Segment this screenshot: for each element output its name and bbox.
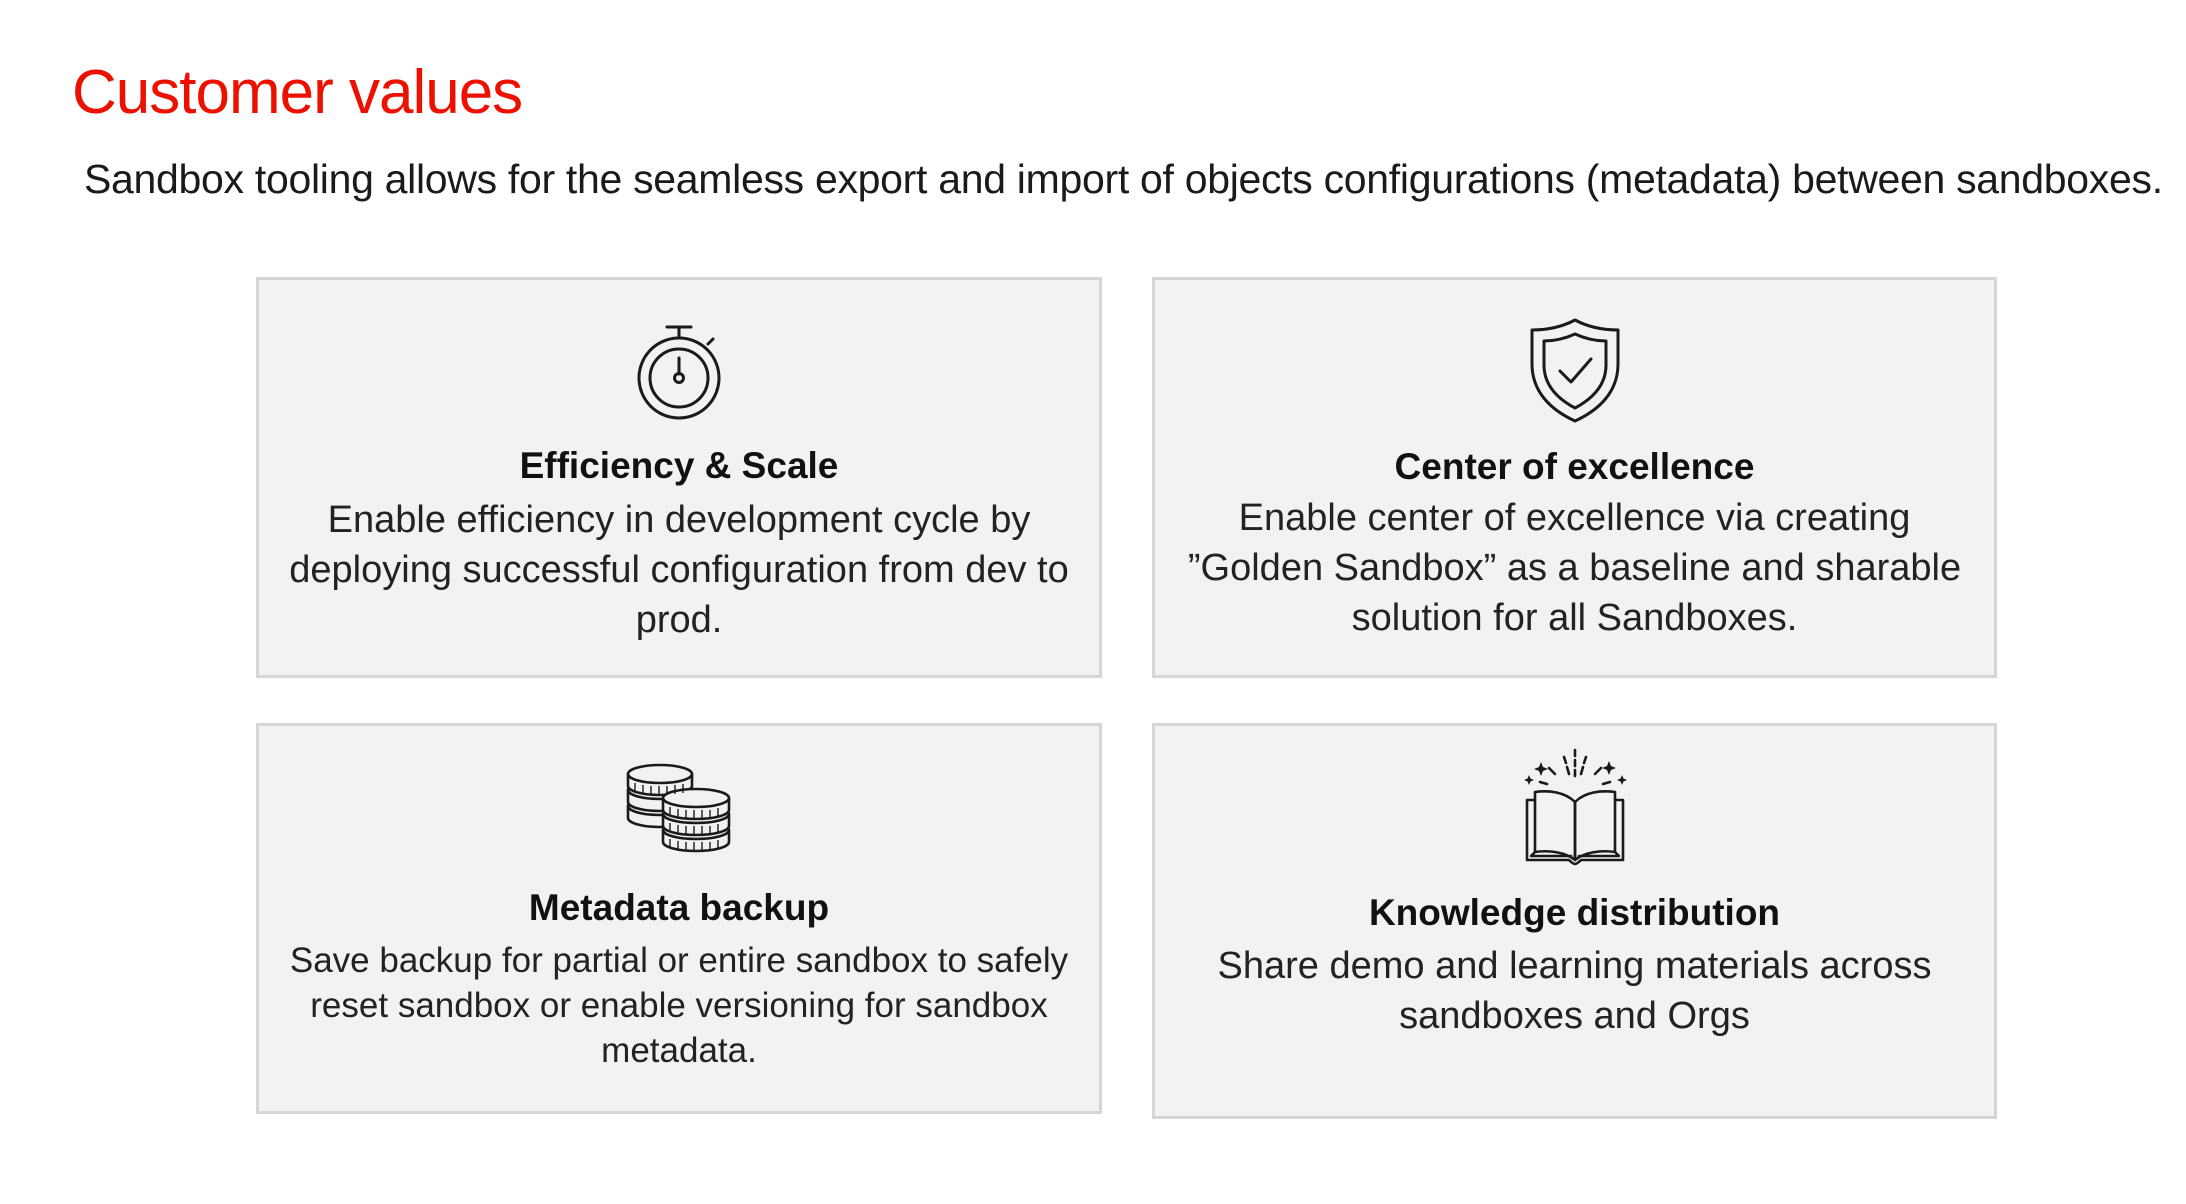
shield-check-icon xyxy=(1530,318,1619,423)
coins-icon xyxy=(626,763,731,853)
card-description: Save backup for partial or entire sandbo… xyxy=(289,941,1069,1070)
page-title: Customer values xyxy=(72,58,523,127)
card-description: Enable center of excellence via creating… xyxy=(1187,497,1962,639)
card-title: Knowledge distribution xyxy=(1368,892,1781,933)
page-subtitle: Sandbox tooling allows for the seamless … xyxy=(84,156,2163,202)
open-book-sparkle-icon xyxy=(1523,748,1627,866)
card-title: Efficiency & Scale xyxy=(519,445,839,486)
value-card-center-of-excellence: Center of excellence Enable center of ex… xyxy=(1152,277,1997,678)
card-description: Enable efficiency in development cycle b… xyxy=(289,499,1069,641)
value-card-efficiency: Efficiency & Scale Enable efficiency in … xyxy=(256,277,1102,678)
card-description: Share demo and learning materials across… xyxy=(1217,945,1932,1037)
card-title: Center of excellence xyxy=(1394,446,1755,487)
card-title: Metadata backup xyxy=(528,887,830,928)
stopwatch-icon xyxy=(637,325,721,420)
value-card-knowledge-distribution: Knowledge distribution Share demo and le… xyxy=(1152,723,1997,1119)
value-card-metadata-backup: Metadata backup Save backup for partial … xyxy=(256,723,1102,1114)
